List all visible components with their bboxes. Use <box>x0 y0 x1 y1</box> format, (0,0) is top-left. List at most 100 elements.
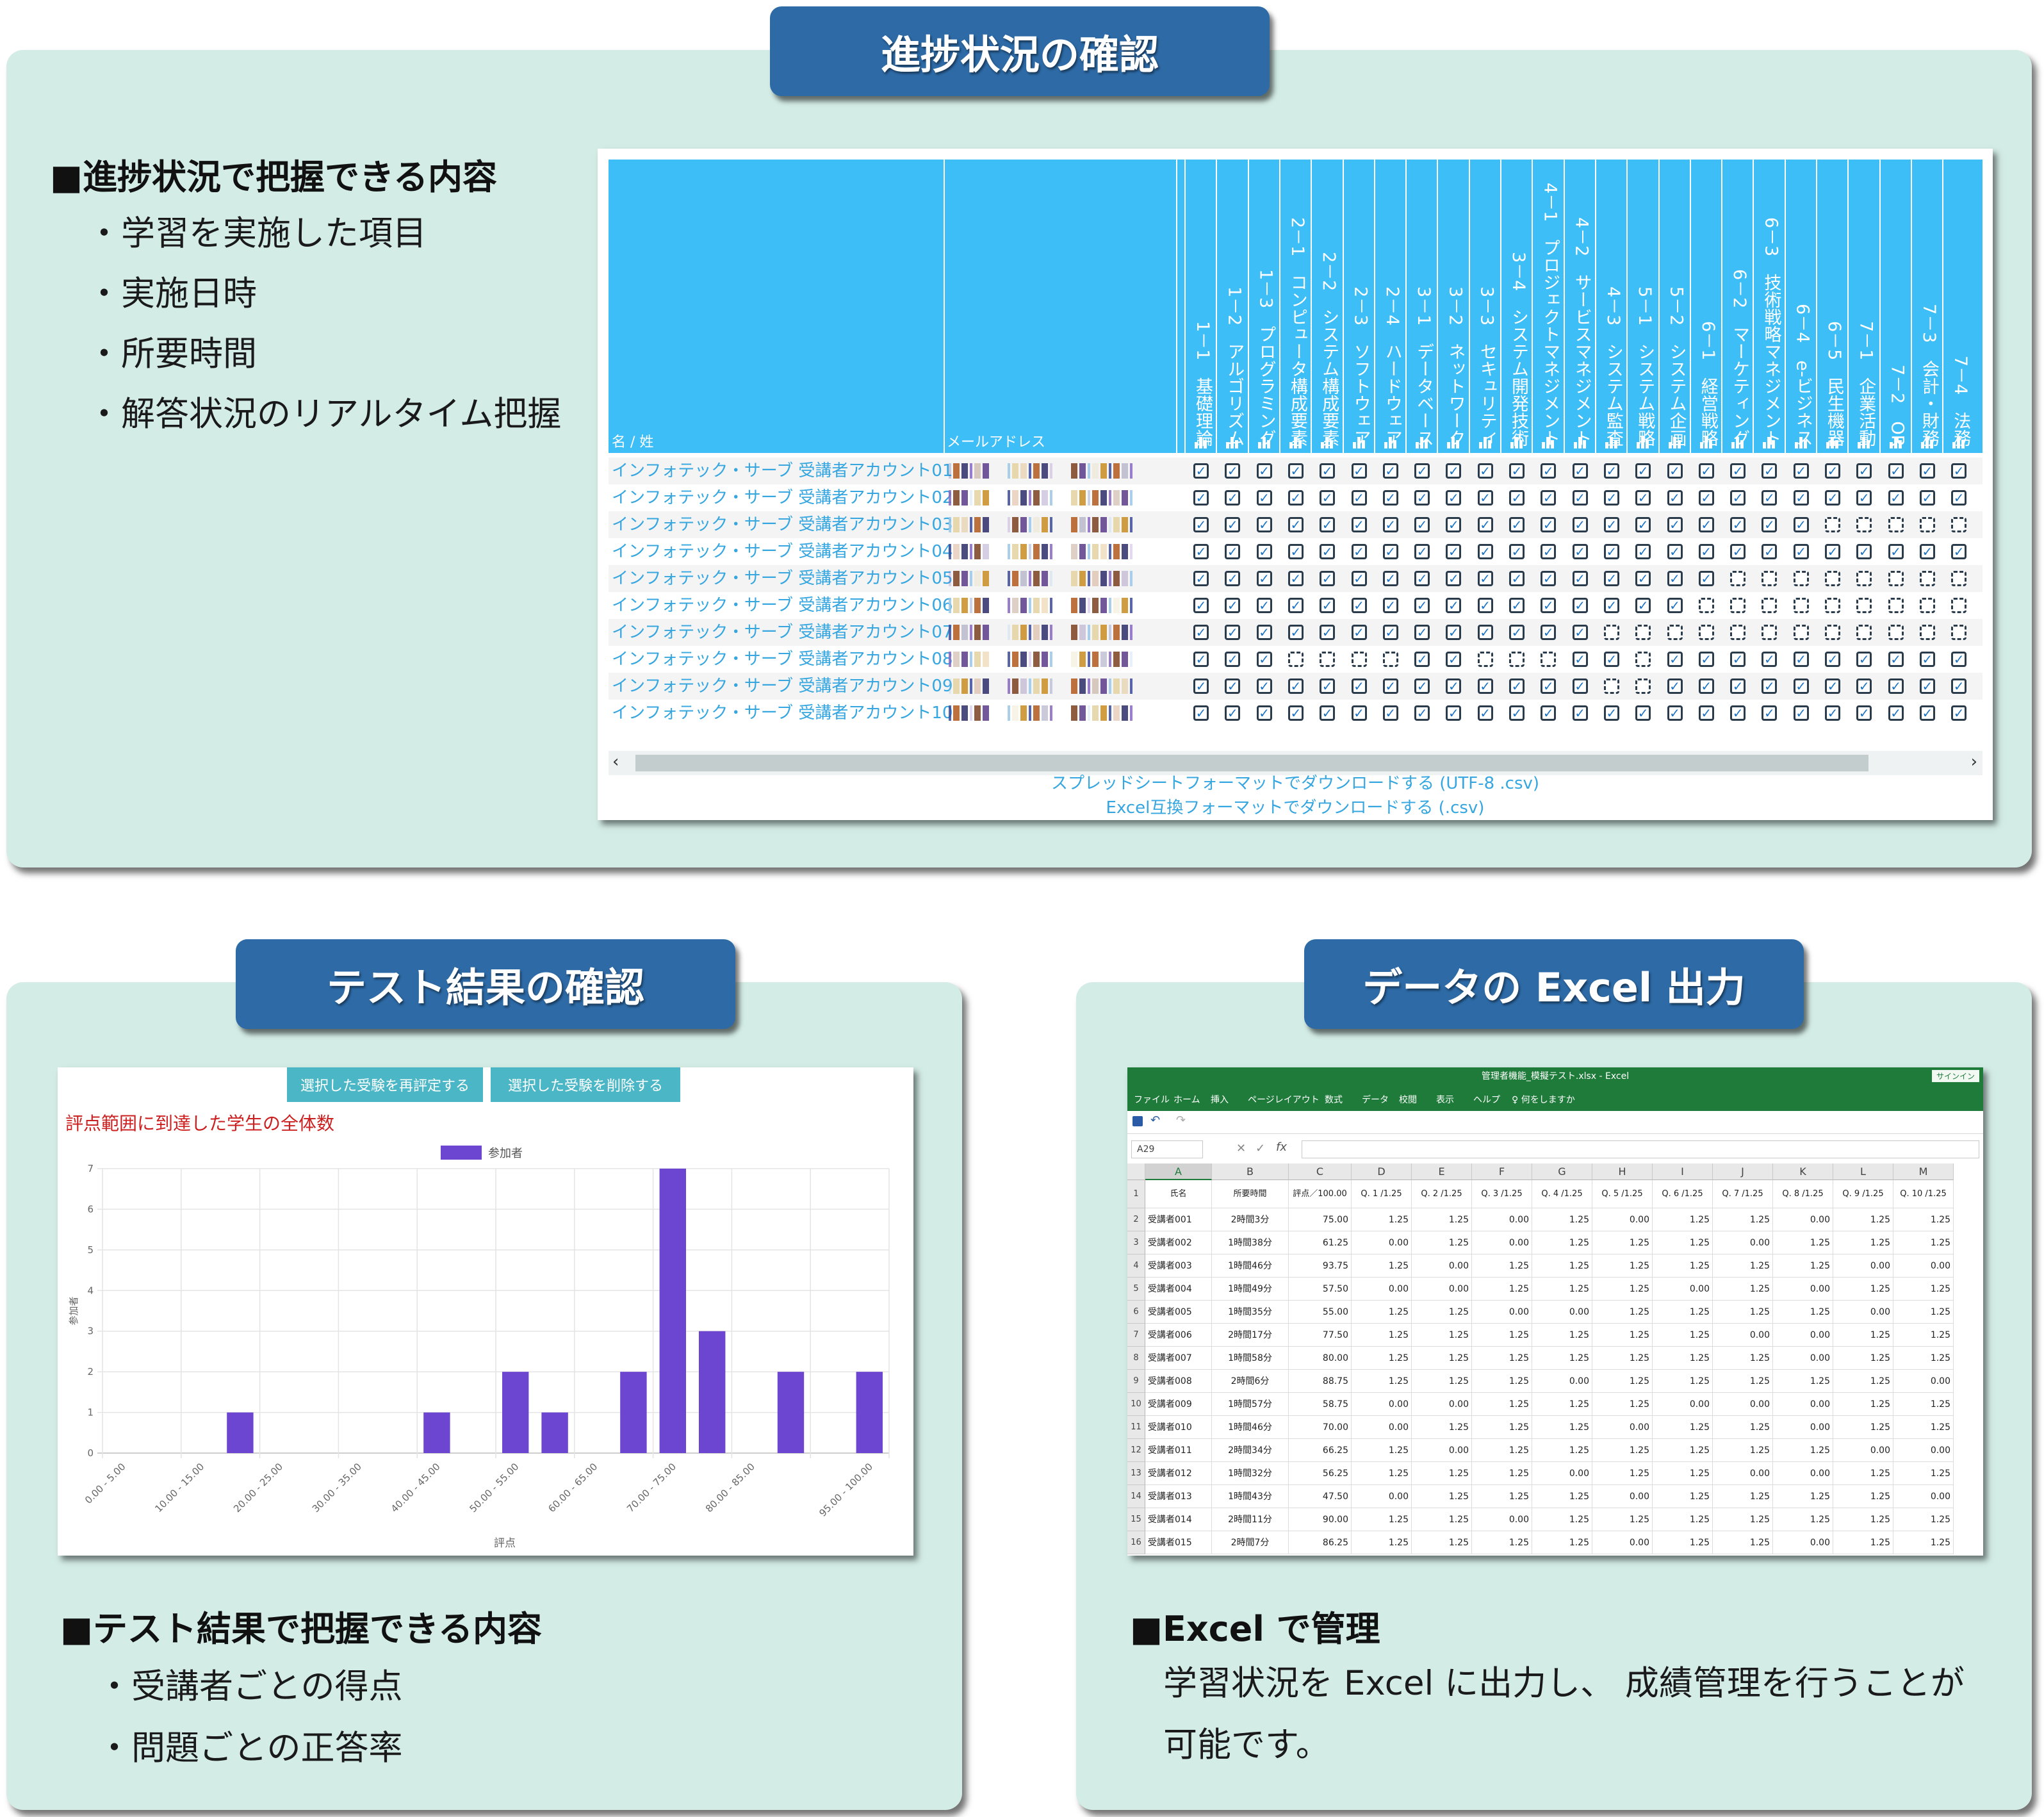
data-cell[interactable]: 1.25 <box>1833 1208 1893 1231</box>
data-cell[interactable]: 1.25 <box>1893 1301 1954 1324</box>
data-cell[interactable]: 1.25 <box>1713 1485 1773 1508</box>
topic-column-header[interactable]: 6－4 e-ビジネス <box>1788 168 1817 447</box>
row-number[interactable]: 5 <box>1127 1278 1145 1301</box>
learner-name-link[interactable]: インフォテック・サーブ 受講者アカウント04 <box>612 538 953 565</box>
data-cell[interactable]: 0.00 <box>1833 1439 1893 1462</box>
data-cell[interactable]: 1.25 <box>1893 1416 1954 1439</box>
data-cell[interactable]: 1.25 <box>1713 1254 1773 1278</box>
data-cell[interactable]: 1.25 <box>1352 1439 1412 1462</box>
row-number[interactable]: 4 <box>1127 1254 1145 1278</box>
data-cell[interactable]: 0.00 <box>1532 1462 1592 1485</box>
data-cell[interactable]: 1.25 <box>1833 1393 1893 1416</box>
row-number[interactable]: 10 <box>1127 1393 1145 1416</box>
data-cell[interactable]: 0.00 <box>1773 1531 1833 1554</box>
header-cell[interactable]: Q. 3 /1.25 <box>1472 1180 1532 1208</box>
data-cell[interactable]: 受講者003 <box>1145 1254 1212 1278</box>
download-excel-csv-link[interactable]: Excel互換フォーマットでダウンロードする (.csv) <box>598 794 1993 818</box>
header-cell[interactable]: Q. 2 /1.25 <box>1412 1180 1472 1208</box>
data-cell[interactable]: 受講者013 <box>1145 1485 1212 1508</box>
data-cell[interactable]: 1.25 <box>1653 1462 1713 1485</box>
data-cell[interactable]: 0.00 <box>1893 1439 1954 1462</box>
data-cell[interactable]: 受講者007 <box>1145 1347 1212 1370</box>
data-cell[interactable]: 0.00 <box>1773 1208 1833 1231</box>
data-cell[interactable]: 0.00 <box>1893 1370 1954 1393</box>
data-cell[interactable]: 0.00 <box>1352 1278 1412 1301</box>
histogram-bar[interactable] <box>856 1372 883 1453</box>
column-header[interactable]: B <box>1212 1163 1289 1180</box>
ribbon-tab[interactable]: データ <box>1362 1093 1389 1106</box>
data-cell[interactable]: 1.25 <box>1412 1508 1472 1531</box>
data-cell[interactable]: 0.00 <box>1653 1278 1713 1301</box>
header-cell[interactable]: Q. 9 /1.25 <box>1833 1180 1893 1208</box>
data-cell[interactable]: 受講者005 <box>1145 1301 1212 1324</box>
data-cell[interactable]: 1.25 <box>1472 1439 1532 1462</box>
report-chart-icon[interactable] <box>1794 437 1809 448</box>
data-cell[interactable]: 0.00 <box>1773 1278 1833 1301</box>
report-chart-icon[interactable] <box>1226 437 1240 448</box>
data-cell[interactable]: 1.25 <box>1893 1508 1954 1531</box>
data-cell[interactable]: 1時間46分 <box>1212 1254 1289 1278</box>
data-cell[interactable]: 1.25 <box>1532 1278 1592 1301</box>
report-chart-icon[interactable] <box>1668 437 1683 448</box>
data-cell[interactable]: 2時間34分 <box>1212 1439 1289 1462</box>
undo-icon[interactable]: ↶ <box>1150 1114 1160 1127</box>
column-header[interactable]: C <box>1289 1163 1352 1180</box>
data-cell[interactable]: 1.25 <box>1713 1208 1773 1231</box>
enter-icon[interactable]: ✓ <box>1255 1142 1265 1155</box>
data-cell[interactable]: 0.00 <box>1532 1370 1592 1393</box>
row-number[interactable]: 12 <box>1127 1439 1145 1462</box>
formula-input[interactable] <box>1302 1140 1979 1158</box>
ribbon-tab[interactable]: ヘルプ <box>1473 1093 1500 1106</box>
learner-name-link[interactable]: インフォテック・サーブ 受講者アカウント07 <box>612 619 953 646</box>
header-cell[interactable]: 氏名 <box>1145 1180 1212 1208</box>
report-chart-icon[interactable] <box>1352 437 1367 448</box>
learner-name-link[interactable]: インフォテック・サーブ 受講者アカウント06 <box>612 592 953 619</box>
data-cell[interactable]: 1.25 <box>1412 1531 1472 1554</box>
data-cell[interactable]: 56.25 <box>1289 1462 1352 1485</box>
data-cell[interactable]: 0.00 <box>1412 1439 1472 1462</box>
column-header[interactable]: I <box>1653 1163 1713 1180</box>
data-cell[interactable]: 0.00 <box>1412 1278 1472 1301</box>
topic-column-header[interactable]: 2－3 ソフトウェア <box>1346 168 1375 447</box>
data-cell[interactable]: 1.25 <box>1653 1531 1713 1554</box>
data-cell[interactable]: 0.00 <box>1713 1393 1773 1416</box>
data-cell[interactable]: 受講者011 <box>1145 1439 1212 1462</box>
data-cell[interactable]: 1.25 <box>1412 1301 1472 1324</box>
data-cell[interactable]: 受講者006 <box>1145 1324 1212 1347</box>
data-cell[interactable]: 75.00 <box>1289 1208 1352 1231</box>
topic-column-header[interactable]: 2－2 システム構成要素 <box>1314 168 1343 447</box>
data-cell[interactable]: 1.25 <box>1713 1531 1773 1554</box>
row-number[interactable]: 1 <box>1127 1180 1145 1208</box>
row-number[interactable]: 6 <box>1127 1301 1145 1324</box>
data-cell[interactable]: 0.00 <box>1773 1347 1833 1370</box>
data-cell[interactable]: 1.25 <box>1532 1324 1592 1347</box>
header-cell[interactable]: 評点／100.00 <box>1289 1180 1352 1208</box>
learner-name-link[interactable]: インフォテック・サーブ 受講者アカウント01 <box>612 457 953 484</box>
data-cell[interactable]: 受講者002 <box>1145 1231 1212 1254</box>
ribbon-tab[interactable]: ♀ 何をしますか <box>1512 1093 1575 1106</box>
data-cell[interactable]: 1.25 <box>1893 1231 1954 1254</box>
data-cell[interactable]: 1.25 <box>1472 1462 1532 1485</box>
learner-name-link[interactable]: インフォテック・サーブ 受講者アカウント02 <box>612 484 953 511</box>
data-cell[interactable]: 1.25 <box>1532 1485 1592 1508</box>
data-cell[interactable]: 1.25 <box>1893 1278 1954 1301</box>
data-cell[interactable]: 1.25 <box>1713 1416 1773 1439</box>
data-cell[interactable]: 0.00 <box>1352 1231 1412 1254</box>
data-cell[interactable]: 1.25 <box>1833 1370 1893 1393</box>
data-cell[interactable]: 1.25 <box>1592 1508 1653 1531</box>
data-cell[interactable]: 1.25 <box>1653 1508 1713 1531</box>
data-cell[interactable]: 1.25 <box>1713 1508 1773 1531</box>
data-cell[interactable]: 0.00 <box>1352 1485 1412 1508</box>
data-cell[interactable]: 1.25 <box>1532 1208 1592 1231</box>
data-cell[interactable]: 1.25 <box>1592 1462 1653 1485</box>
column-header[interactable]: D <box>1352 1163 1412 1180</box>
data-cell[interactable]: 1.25 <box>1532 1416 1592 1439</box>
report-chart-icon[interactable] <box>1920 437 1935 448</box>
data-cell[interactable]: 0.00 <box>1713 1231 1773 1254</box>
data-cell[interactable]: 0.00 <box>1833 1301 1893 1324</box>
learner-name-link[interactable]: インフォテック・サーブ 受講者アカウント10 <box>612 700 953 727</box>
data-cell[interactable]: 66.25 <box>1289 1439 1352 1462</box>
data-cell[interactable]: 1.25 <box>1653 1347 1713 1370</box>
data-cell[interactable]: 1.25 <box>1773 1231 1833 1254</box>
topic-column-header[interactable]: 6－2 マーケティング <box>1724 168 1754 447</box>
